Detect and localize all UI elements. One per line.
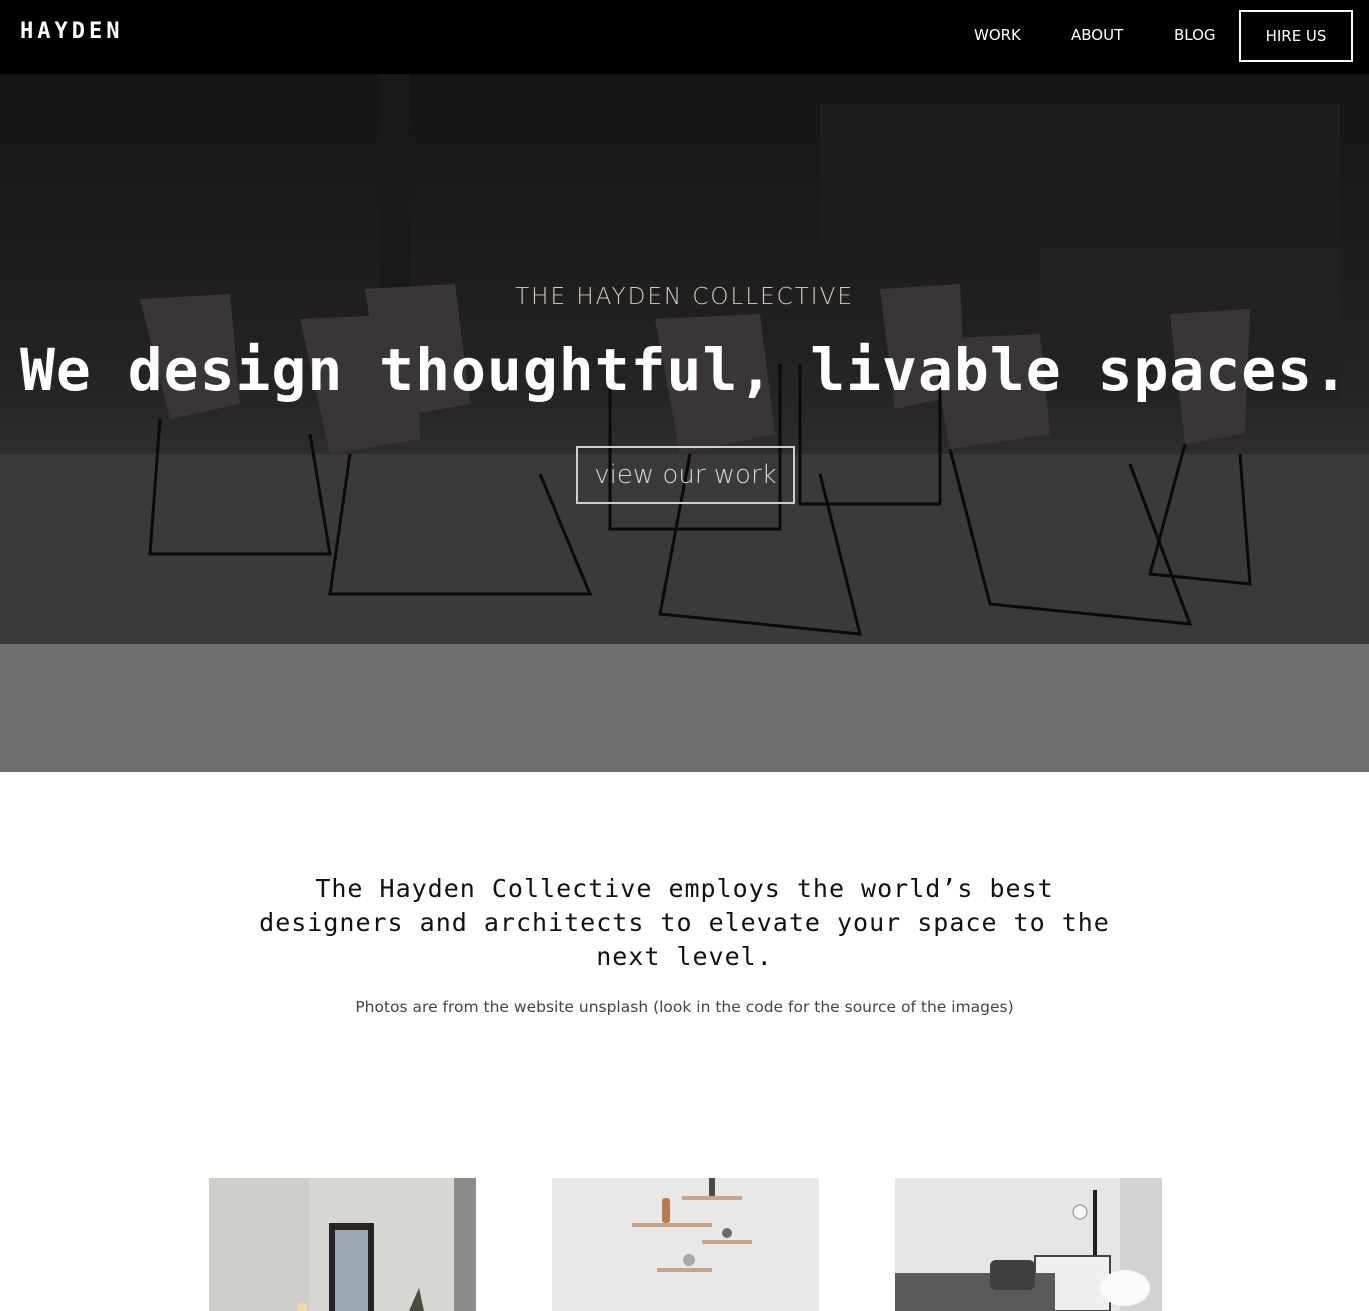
brand-logo[interactable]: HAYDEN (20, 19, 123, 44)
nav-link-blog[interactable]: BLOG (1174, 26, 1216, 44)
hero-section: THE HAYDEN COLLECTIVE We design thoughtf… (0, 74, 1369, 772)
photo-credit-note: Photos are from the website unsplash (lo… (355, 998, 1014, 1016)
intro-text: The Hayden Collective employs the world’… (259, 874, 1110, 971)
view-our-work-button[interactable]: view our work (576, 446, 795, 504)
hero-subtitle: THE HAYDEN COLLECTIVE (515, 284, 854, 310)
nav-link-about[interactable]: ABOUT (1071, 26, 1123, 44)
gallery-image-sofa[interactable] (895, 1178, 1162, 1311)
top-navbar: HAYDEN WORK ABOUT BLOG HIRE US (0, 0, 1369, 74)
nav-link-work[interactable]: WORK (974, 26, 1021, 44)
gallery-image-mirror[interactable] (209, 1178, 476, 1311)
hero-title: We design thoughtful, livable spaces. (19, 336, 1349, 404)
gallery-image-shelves[interactable] (552, 1178, 819, 1311)
hire-us-button[interactable]: HIRE US (1239, 10, 1353, 62)
